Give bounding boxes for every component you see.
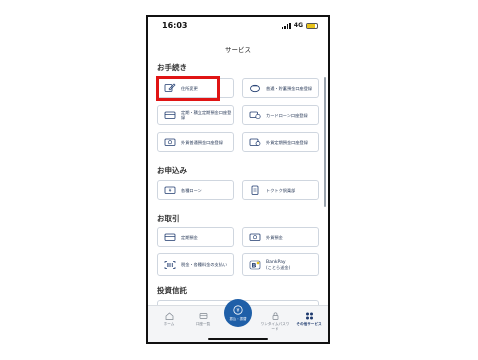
tab-home-label: ホーム: [163, 322, 175, 326]
fx-deposit-account-card[interactable]: 外貨普通預金口座登録: [157, 132, 234, 152]
tab-other-services-label: その他サービス: [296, 322, 322, 326]
section-investment: 投資信託: [157, 286, 187, 295]
grid-icon: [305, 312, 313, 320]
fx-time-deposit-account-label: 外貨定期預金口座登録: [266, 139, 308, 145]
savings-account-label: 普通・貯蓄預金口座登録: [266, 85, 313, 91]
bankpay-card[interactable]: B BankPay (ことら送金): [242, 253, 319, 276]
transfer-label: 振込・振替: [229, 317, 247, 321]
phone-frame: 16:03 4G サービス お手続き 住所変更 普通・貯蓄預金口座登録 定期・積: [146, 15, 330, 344]
highlight-box: [156, 76, 220, 101]
section-transactions: お取引: [157, 214, 180, 223]
piggy-bank-icon: [250, 84, 260, 93]
status-bar: 16:03 4G: [148, 17, 328, 37]
section-applications: お申込み: [157, 166, 187, 175]
page-title: サービス: [225, 46, 251, 54]
section-procedures: お手続き: [157, 63, 187, 72]
deposit-icon: [164, 233, 176, 241]
currency-passbook-icon: [164, 138, 176, 146]
signal-icon: [281, 22, 291, 29]
home-icon: [165, 312, 173, 320]
scrollbar[interactable]: [324, 77, 326, 207]
bankpay-label-line2: (ことら送金): [266, 264, 291, 270]
tab-home[interactable]: ホーム: [154, 312, 184, 327]
tab-one-time-password[interactable]: ワンタイムパスワード: [260, 312, 290, 332]
fx-deposit-label: 外貨預金: [266, 234, 283, 240]
bankpay-label: BankPay (ことら送金): [266, 260, 290, 270]
time-deposit-card[interactable]: 定期預金: [157, 227, 234, 247]
currency-time-deposit-icon: [249, 138, 261, 146]
account-list-icon: [199, 313, 207, 319]
barcode-scan-icon: [164, 260, 176, 269]
transfer-icon: ¥: [233, 305, 243, 315]
battery-icon: [306, 22, 318, 29]
card-loan-icon: [249, 111, 261, 120]
fx-time-deposit-account-card[interactable]: 外貨定期預金口座登録: [242, 132, 319, 152]
tax-payment-label: 税金・各種料金の支払い: [181, 262, 228, 267]
fx-deposit-account-label: 外貨普通預金口座登録: [181, 139, 223, 145]
card-loan-account-card[interactable]: カードローン口座登録: [242, 105, 319, 125]
svg-text:B: B: [252, 261, 257, 269]
tokutoku-club-card[interactable]: トクトク倶楽部: [242, 180, 319, 200]
status-indicators: 4G: [281, 22, 318, 29]
tokutoku-club-label: トクトク倶楽部: [266, 187, 296, 193]
transfer-button[interactable]: ¥ 振込・振替: [224, 299, 252, 327]
fx-deposit-card[interactable]: 外貨預金: [242, 227, 319, 247]
loan-icon: ¥: [164, 186, 176, 194]
loan-card[interactable]: ¥ 各種ローン: [157, 180, 234, 200]
time-deposit-label: 定期預金: [181, 234, 198, 240]
time-deposit-account-label: 定期・積立定期預金口座登録: [181, 110, 232, 120]
network-type: 4G: [293, 22, 303, 29]
svg-text:¥: ¥: [169, 188, 172, 194]
lock-icon: [272, 312, 278, 320]
tab-accounts[interactable]: 口座一覧: [188, 312, 218, 327]
bankpay-logo-icon: B: [249, 260, 261, 269]
savings-account-card[interactable]: 普通・貯蓄預金口座登録: [242, 78, 319, 98]
passbook-icon: [164, 111, 176, 119]
time-deposit-account-card[interactable]: 定期・積立定期預金口座登録: [157, 105, 234, 125]
coupon-icon: [251, 185, 259, 195]
tab-other-services[interactable]: その他サービス: [294, 312, 324, 327]
home-indicator: [208, 338, 268, 340]
tax-payment-card[interactable]: 税金・各種料金の支払い: [157, 253, 234, 276]
tab-one-time-password-label: ワンタイムパスワード: [260, 322, 290, 331]
card-loan-account-label: カードローン口座登録: [266, 112, 308, 118]
tab-accounts-label: 口座一覧: [195, 322, 211, 326]
loan-label: 各種ローン: [181, 187, 202, 193]
svg-text:¥: ¥: [236, 308, 239, 314]
currency-icon: [249, 233, 261, 241]
status-time: 16:03: [162, 21, 188, 30]
